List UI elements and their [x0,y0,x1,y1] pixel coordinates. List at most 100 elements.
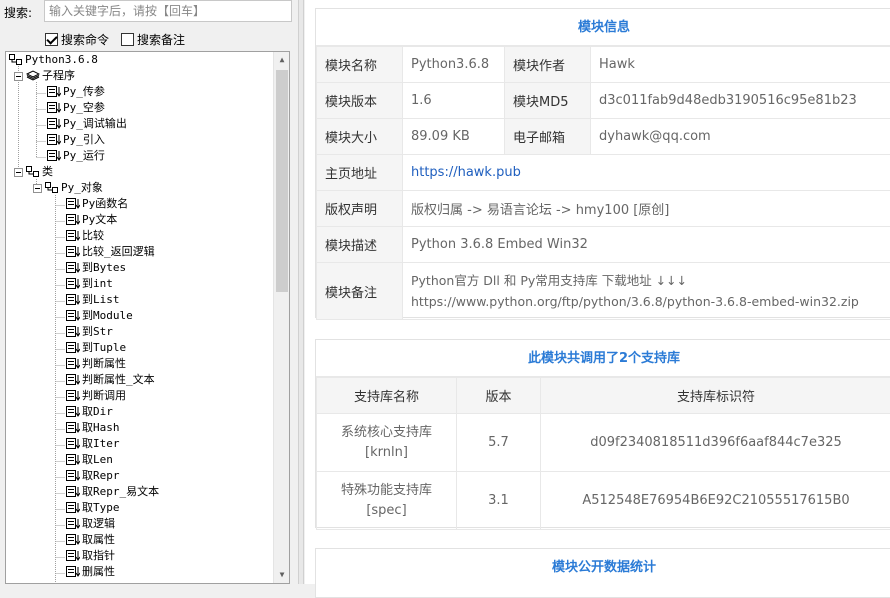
method-icon [66,486,80,498]
info-key: 模块作者 [505,47,591,83]
method-icon [66,454,80,466]
tree-group-subprograms[interactable]: 子程序 [14,68,75,84]
search-remarks-label: 搜索备注 [137,31,185,48]
command-tree[interactable]: Python3.6.8 子程序 Py_传参 Py_空参 Py_调试输出 Py_引… [5,51,290,584]
info-row: 模块版本 1.6 模块MD5 d3c011fab9d48edb3190516c9… [317,83,890,119]
method-icon [66,198,80,210]
method-icon [66,470,80,482]
lib-name: 特殊功能支持库 [325,481,448,501]
lib-id: A512548E76954B6E92C21055517615B0 [541,472,890,530]
tree-scrollbar[interactable]: ▲ ▼ [273,52,289,583]
lib-name-cell: 系统核心支持库 [krnln] [317,414,457,472]
tree-method-label: 取Repr [82,468,120,484]
tree-method-item[interactable]: 取Repr_易文本 [66,484,159,500]
remark-line: https://www.python.org/ftp/python/3.6.8/… [411,291,883,312]
info-value: 版权归属 -> 易语言论坛 -> hmy100 [原创] [403,191,890,227]
info-key: 模块备注 [317,263,403,320]
tree-method-item[interactable]: 取Repr [66,468,120,484]
method-icon [66,262,80,274]
info-row: 模块大小 89.09 KB 电子邮箱 dyhawk@qq.com [317,119,890,155]
homepage-link[interactable]: https://hawk.pub [411,165,521,180]
checkbox-unchecked-icon[interactable] [121,33,134,46]
left-pane: 搜索: 搜索命令 搜索备注 [0,0,298,584]
info-value: Hawk [591,47,890,83]
tree-item[interactable]: Py_调试输出 [47,116,127,132]
tree-method-label: Py文本 [82,212,117,228]
tree-group-classes[interactable]: 类 [14,164,53,180]
tree-item[interactable]: Py_空参 [47,100,105,116]
tree-method-item[interactable]: 比较_返回逻辑 [66,244,155,260]
method-icon [66,534,80,546]
table-header-row: 支持库名称 版本 支持库标识符 [317,378,890,414]
search-input[interactable] [44,0,292,22]
table-row: 特殊功能支持库 [spec] 3.1 A512548E76954B6E92C21… [317,472,890,530]
tree-method-label: 取Len [82,452,113,468]
tree-method-item[interactable]: 比较 [66,228,104,244]
info-value: Python3.6.8 [403,47,505,83]
tree-method-item[interactable]: 取属性 [66,532,115,548]
column-header: 版本 [457,378,541,414]
lib-version: 5.7 [457,414,541,472]
tree-method-item[interactable]: Py函数名 [66,196,128,212]
method-icon [66,294,80,306]
tree-method-label: 比较 [82,228,104,244]
tree-method-label: 到Bytes [82,260,126,276]
tree-class-node[interactable]: Py_对象 [33,180,103,196]
info-row-homepage: 主页地址 https://hawk.pub [317,155,890,191]
tree-method-label: 取指针 [82,548,115,564]
tree-method-label: 判断属性 [82,356,126,372]
lib-version: 3.1 [457,472,541,530]
tree-item[interactable]: Py_运行 [47,148,105,164]
tree-method-item[interactable]: 判断属性_文本 [66,372,155,388]
support-libs-table: 支持库名称 版本 支持库标识符 系统核心支持库 [krnln] 5.7 d09f… [316,377,890,530]
tree-item[interactable]: Py_引入 [47,132,105,148]
tree-method-item[interactable]: 到List [66,292,120,308]
tree-method-item[interactable]: 取Len [66,452,113,468]
tree-method-item[interactable]: 取Type [66,500,120,516]
checkbox-checked-icon[interactable] [45,33,58,46]
search-remarks-checkbox[interactable]: 搜索备注 [121,31,185,48]
tree-method-item[interactable]: 取逻辑 [66,516,115,532]
tree-method-label: 判断属性_文本 [82,372,155,388]
pane-splitter[interactable] [298,0,304,584]
scroll-down-icon[interactable]: ▼ [277,570,287,580]
search-commands-checkbox[interactable]: 搜索命令 [45,31,109,48]
tree-method-item[interactable]: 到int [66,276,113,292]
collapse-toggle-icon[interactable] [14,168,23,177]
method-icon [66,406,80,418]
tree-method-item[interactable]: 判断调用 [66,388,126,404]
tree-method-item[interactable]: 取指针 [66,548,115,564]
tree-method-item[interactable]: 删属性 [66,564,115,580]
tree-item-label: Py_空参 [63,100,105,116]
tree-method-item[interactable]: Py文本 [66,212,117,228]
method-icon [66,422,80,434]
scroll-thumb[interactable] [276,70,288,292]
tree-group-label: 子程序 [42,68,75,84]
info-key: 模块大小 [317,119,403,155]
module-icon [9,54,23,66]
tree-method-item[interactable]: 到Tuple [66,340,126,356]
tree-method-item[interactable]: 取Iter [66,436,120,452]
info-key: 电子邮箱 [505,119,591,155]
method-icon [66,278,80,290]
info-key: 主页地址 [317,155,403,191]
method-icon [66,518,80,530]
method-icon [47,86,61,98]
search-options: 搜索命令 搜索备注 [0,29,298,49]
tree-method-item[interactable]: 到Bytes [66,260,126,276]
collapse-toggle-icon[interactable] [14,72,23,81]
tree-method-item[interactable]: 判断属性 [66,356,126,372]
collapse-toggle-icon[interactable] [33,184,42,193]
tree-root[interactable]: Python3.6.8 [9,52,98,68]
info-row: 模块名称 Python3.6.8 模块作者 Hawk [317,47,890,83]
method-icon [66,342,80,354]
scroll-up-icon[interactable]: ▲ [277,55,287,65]
tree-item[interactable]: Py_传参 [47,84,105,100]
tree-method-item[interactable]: 到Str [66,324,113,340]
module-info-table: 模块名称 Python3.6.8 模块作者 Hawk 模块版本 1.6 模块MD… [316,46,890,320]
stats-title: 模块公开数据统计 [316,549,890,586]
tree-method-item[interactable]: 到Module [66,308,133,324]
table-row: 系统核心支持库 [krnln] 5.7 d09f2340818511d396f6… [317,414,890,472]
tree-method-item[interactable]: 取Hash [66,420,120,436]
tree-method-item[interactable]: 取Dir [66,404,113,420]
